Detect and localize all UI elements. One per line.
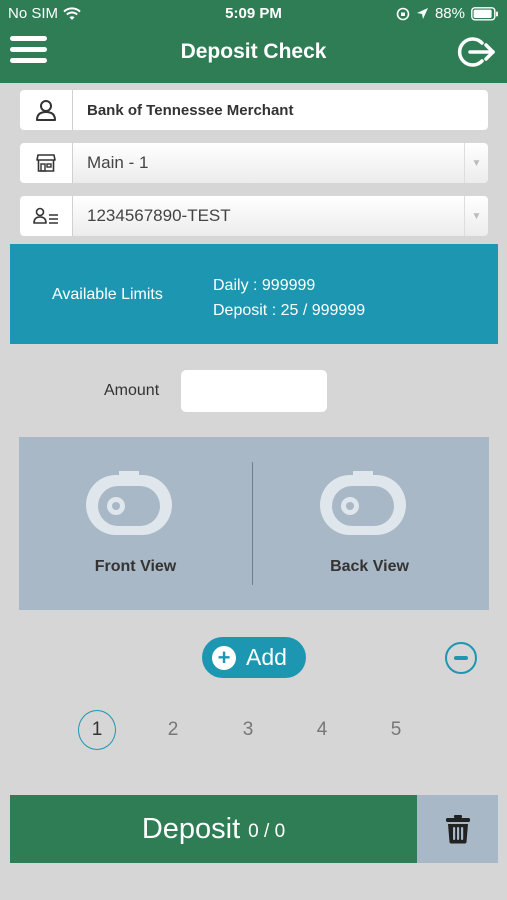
deposit-count: 0 / 0 (248, 821, 286, 842)
location-arrow-icon (416, 8, 428, 19)
chevron-down-icon: ▼ (464, 196, 488, 236)
remove-check-button[interactable] (445, 642, 477, 674)
account-select-text: 1234567890-TEST (87, 206, 231, 225)
status-right: 88% (396, 5, 499, 22)
front-view-button[interactable]: Front View (19, 437, 252, 610)
page-title: Deposit Check (180, 40, 327, 63)
trash-icon (445, 815, 470, 844)
logout-icon (457, 37, 495, 67)
check-pagination: 1 2 3 4 5 (0, 710, 507, 750)
minus-icon (454, 656, 468, 660)
location-icon-cell (20, 143, 73, 183)
limits-panel: Available Limits Daily : 999999 Deposit … (10, 244, 498, 344)
page-5[interactable]: 5 (377, 710, 415, 750)
deposit-label: Deposit (141, 812, 241, 845)
chevron-down-icon: ▼ (464, 143, 488, 183)
nav-bar: Deposit Check (0, 28, 507, 83)
store-icon (36, 154, 56, 172)
merchant-field: Bank of Tennessee Merchant (20, 90, 488, 130)
front-view-label: Front View (94, 558, 177, 575)
page-2[interactable]: 2 (154, 710, 192, 750)
account-icon-cell (20, 196, 73, 236)
account-select-value[interactable]: 1234567890-TEST ▼ (73, 196, 488, 236)
account-list-icon (33, 207, 58, 224)
add-label: Add (246, 644, 287, 670)
camera-icon (86, 471, 172, 535)
status-bar: No SIM 5:09 PM 88% (0, 0, 507, 28)
amount-label: Amount (104, 382, 160, 399)
back-view-button[interactable]: Back View (253, 437, 486, 610)
plus-icon: + (212, 645, 236, 670)
location-select[interactable]: Main - 1 ▼ (20, 143, 488, 183)
merchant-name: Bank of Tennessee Merchant (73, 90, 488, 130)
location-select-value[interactable]: Main - 1 ▼ (73, 143, 488, 183)
check-capture-panel: Front View Back View (19, 437, 489, 610)
limits-values: Daily : 999999 Deposit : 25 / 999999 (213, 273, 365, 323)
page-3[interactable]: 3 (229, 710, 267, 750)
camera-icon (320, 471, 406, 535)
battery-icon (471, 6, 498, 21)
add-check-button[interactable]: + Add (202, 637, 306, 678)
account-select[interactable]: 1234567890-TEST ▼ (20, 196, 488, 236)
location-select-text: Main - 1 (87, 153, 149, 172)
deposit-limit: Deposit : 25 / 999999 (213, 302, 366, 319)
page-1[interactable]: 1 (78, 710, 116, 750)
delete-button[interactable] (417, 795, 498, 863)
daily-limit: Daily : 999999 (213, 277, 316, 294)
deposit-button[interactable]: Deposit 0 / 0 (10, 795, 417, 863)
amount-input[interactable] (181, 370, 327, 412)
logout-button[interactable] (455, 34, 497, 70)
page-4[interactable]: 4 (303, 710, 341, 750)
battery-percent: 88% (434, 5, 465, 22)
back-view-label: Back View (330, 558, 409, 575)
limits-label: Available Limits (52, 286, 163, 303)
merchant-icon-cell (20, 90, 73, 130)
orientation-lock-icon (396, 7, 410, 20)
user-icon (36, 100, 56, 121)
